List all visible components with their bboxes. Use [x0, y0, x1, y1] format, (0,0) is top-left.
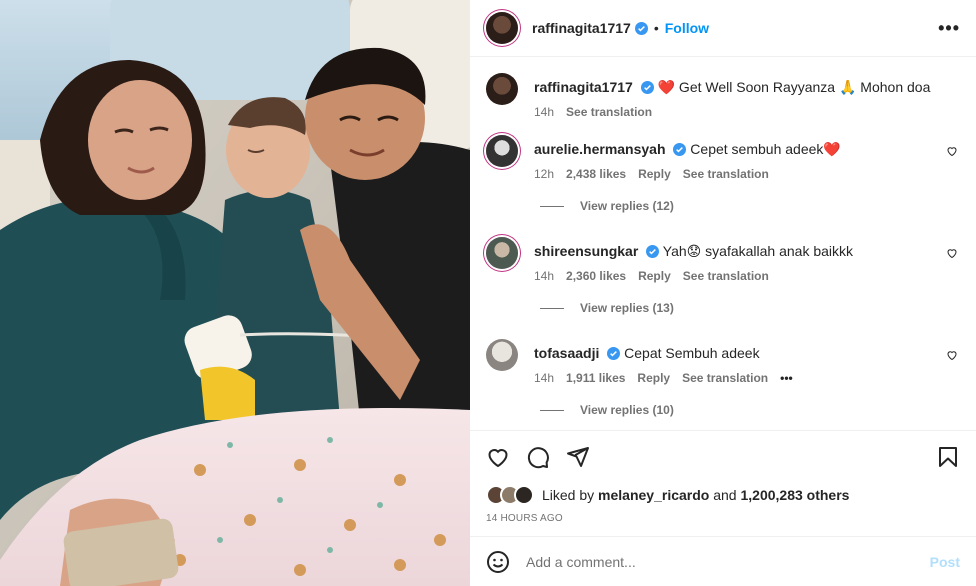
comment-text: Cepat Sembuh adeek: [624, 345, 760, 361]
comment-likes[interactable]: 2,360 likes: [566, 269, 626, 283]
commenter-avatar[interactable]: [486, 237, 518, 269]
caption-time[interactable]: 14h: [534, 105, 554, 119]
emoji-icon[interactable]: [486, 550, 510, 574]
view-replies-label: View replies (10): [580, 403, 674, 417]
action-icons-row: [486, 443, 960, 471]
view-replies-button[interactable]: View replies (10): [540, 403, 960, 417]
comment-icon[interactable]: [526, 445, 550, 469]
reply-button[interactable]: Reply: [638, 167, 671, 181]
bookmark-icon[interactable]: [936, 445, 960, 469]
separator-dot: •: [653, 20, 659, 36]
more-options-icon[interactable]: •••: [938, 18, 960, 39]
follow-button[interactable]: Follow: [665, 20, 709, 36]
liked-by-others[interactable]: 1,200,283 others: [740, 487, 849, 503]
share-icon[interactable]: [566, 445, 590, 469]
comments-list[interactable]: raffinagita1717 ❤️ Get Well Soon Rayyanz…: [470, 57, 976, 429]
like-comment-heart-icon[interactable]: [946, 247, 958, 259]
author-avatar[interactable]: [486, 12, 518, 44]
post-detail-panel: raffinagita1717 • Follow ••• raffinagita…: [470, 0, 976, 586]
liker-avatars: [486, 485, 534, 505]
see-translation-link[interactable]: See translation: [683, 167, 769, 181]
likes-summary[interactable]: Liked by melaney_ricardo and 1,200,283 o…: [486, 485, 960, 505]
verified-icon: [646, 245, 660, 258]
like-comment-heart-icon[interactable]: [946, 145, 958, 157]
caption-text: ❤️ Get Well Soon Rayyanza 🙏 Mohon doa: [657, 79, 931, 95]
replies-divider: [540, 205, 564, 207]
post-photo[interactable]: [0, 0, 470, 586]
reply-button[interactable]: Reply: [638, 269, 671, 283]
comment-more-icon[interactable]: •••: [780, 371, 793, 385]
heart-icon[interactable]: [486, 445, 510, 469]
view-replies-label: View replies (13): [580, 301, 674, 315]
like-comment-heart-icon[interactable]: [946, 349, 958, 361]
comment-item: tofasaadji Cepat Sembuh adeek 14h 1,911 …: [486, 337, 960, 385]
commenter-avatar[interactable]: [486, 339, 518, 371]
verified-icon: [673, 143, 687, 156]
post-header: raffinagita1717 • Follow •••: [470, 0, 976, 57]
comment-time[interactable]: 14h: [534, 371, 554, 385]
replies-divider: [540, 409, 564, 411]
comment-likes[interactable]: 1,911 likes: [566, 371, 625, 385]
comment-username[interactable]: tofasaadji: [534, 345, 599, 361]
post-caption: raffinagita1717 ❤️ Get Well Soon Rayyanz…: [486, 71, 960, 119]
comment-text: Cepet sembuh adeek❤️: [690, 141, 841, 157]
caption-avatar[interactable]: [486, 73, 518, 105]
comment-composer: Post: [470, 536, 976, 586]
view-replies-label: View replies (12): [580, 199, 674, 213]
verified-icon: [634, 21, 648, 35]
comment-text: Yah😟 syafakallah anak baikkk: [662, 243, 854, 259]
see-translation-link[interactable]: See translation: [566, 105, 652, 119]
comment-time[interactable]: 14h: [534, 269, 554, 283]
reply-button[interactable]: Reply: [637, 371, 670, 385]
see-translation-link[interactable]: See translation: [683, 269, 769, 283]
liked-by-prefix: Liked by: [542, 487, 595, 503]
liked-by-user[interactable]: melaney_ricardo: [598, 487, 709, 503]
caption-username[interactable]: raffinagita1717: [534, 79, 633, 95]
verified-icon: [640, 81, 654, 94]
comment-item: shireensungkar Yah😟 syafakallah anak bai…: [486, 235, 960, 283]
see-translation-link[interactable]: See translation: [682, 371, 768, 385]
comment-username[interactable]: shireensungkar: [534, 243, 638, 259]
commenter-avatar[interactable]: [486, 135, 518, 167]
comment-likes[interactable]: 2,438 likes: [566, 167, 626, 181]
comment-username[interactable]: aurelie.hermansyah: [534, 141, 666, 157]
author-username[interactable]: raffinagita1717: [532, 20, 631, 36]
post-comment-button[interactable]: Post: [930, 554, 960, 570]
view-replies-button[interactable]: View replies (13): [540, 301, 960, 315]
post-photo-image: [0, 0, 470, 586]
comment-time[interactable]: 12h: [534, 167, 554, 181]
replies-divider: [540, 307, 564, 309]
comment-input[interactable]: [526, 553, 930, 570]
verified-icon: [607, 347, 621, 360]
liker-avatar: [514, 485, 534, 505]
view-replies-button[interactable]: View replies (12): [540, 199, 960, 213]
liked-by-and: and: [713, 487, 737, 503]
post-timestamp[interactable]: 14 HOURS AGO: [486, 513, 960, 524]
comment-item: aurelie.hermansyah Cepet sembuh adeek❤️ …: [486, 133, 960, 181]
post-actions: Liked by melaney_ricardo and 1,200,283 o…: [470, 430, 976, 524]
